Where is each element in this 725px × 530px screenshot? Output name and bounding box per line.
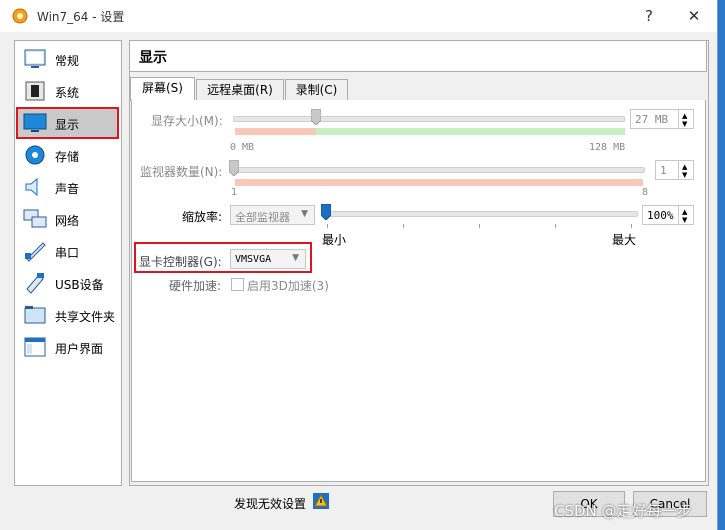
sidebar-item-label: USB设备	[55, 278, 104, 292]
scale-tick	[403, 224, 404, 228]
user-interface-icon	[24, 337, 46, 357]
storage-disk-icon	[25, 145, 45, 165]
scale-factor-slider-handle[interactable]	[321, 204, 331, 220]
scale-monitor-combo-value: 全部监视器	[235, 211, 290, 224]
monitor-count-slider-handle[interactable]	[229, 160, 239, 176]
help-button[interactable]: ?	[633, 4, 665, 28]
sidebar-item-label: 声音	[55, 182, 80, 196]
sidebar-item-audio[interactable]: 声音	[17, 172, 119, 202]
scale-tick	[479, 224, 480, 228]
spin-down-icon[interactable]: ▼	[682, 216, 687, 224]
spinbox-arrows[interactable]: ▲ ▼	[678, 110, 693, 128]
page-title: 显示	[139, 50, 167, 66]
sidebar-item-usb[interactable]: USB设备	[17, 268, 119, 298]
network-icon	[23, 209, 47, 228]
scale-tick	[631, 224, 632, 228]
enable-3d-acceleration-label[interactable]: 启用3D加速(3)	[247, 277, 329, 294]
acceleration-label: 硬件加速:	[169, 279, 222, 293]
scale-factor-value: 100%	[647, 209, 674, 222]
sidebar-item-label: 存储	[55, 150, 80, 164]
sidebar-item-system[interactable]: 系统	[17, 76, 119, 106]
spin-up-icon[interactable]: ▲	[682, 112, 687, 120]
title-bar: Win7_64 - 设置 ? ✕	[0, 0, 717, 32]
sidebar-item-label: 常规	[55, 54, 80, 68]
tab-recording[interactable]: 录制(C)	[285, 79, 348, 101]
chevron-down-icon: ▼	[301, 209, 308, 219]
video-memory-slider-handle[interactable]	[311, 109, 321, 125]
sidebar-item-label: 共享文件夹	[55, 310, 116, 324]
invalid-settings-label: 发现无效设置	[234, 497, 307, 511]
video-memory-warning-zone	[235, 128, 316, 135]
scale-factor-label: 缩放率:	[182, 210, 223, 224]
system-chip-icon	[25, 81, 45, 101]
sidebar-item-label: 串口	[55, 246, 80, 260]
monitor-count-value: 1	[660, 164, 667, 177]
monitor-count-slider[interactable]	[233, 167, 645, 173]
sidebar-item-user-interface[interactable]: 用户界面	[17, 332, 119, 362]
scale-factor-spinbox[interactable]: 100% ▲ ▼	[642, 205, 694, 225]
video-memory-max-label: 128 MB	[589, 142, 626, 153]
monitor-count-min-label: 1	[231, 187, 238, 198]
scale-monitor-combo[interactable]: 全部监视器 ▼	[230, 205, 315, 225]
scale-max-label: 最大	[612, 233, 637, 247]
scale-tick	[327, 224, 328, 228]
virtualbox-app-icon	[12, 8, 28, 24]
scale-tick	[555, 224, 556, 228]
general-icon	[24, 49, 46, 68]
warning-icon[interactable]	[313, 493, 329, 509]
spinbox-arrows[interactable]: ▲ ▼	[678, 161, 693, 179]
speaker-icon	[25, 177, 38, 197]
csdn-watermark: CSDN @走好每一步	[554, 502, 692, 520]
video-memory-slider[interactable]	[233, 116, 625, 122]
usb-icon	[26, 273, 44, 294]
window-title: Win7_64 - 设置	[37, 10, 125, 24]
video-memory-label: 显存大小(M):	[151, 114, 223, 128]
highlight-display-annotation	[16, 107, 119, 139]
enable-3d-acceleration-checkbox[interactable]	[231, 278, 244, 291]
scale-factor-slider[interactable]	[323, 211, 638, 217]
settings-window: Win7_64 - 设置 ? ✕ 常规 系统 显示 存储 声音 网络 串口 US…	[0, 0, 718, 530]
video-memory-value: 27 MB	[635, 113, 669, 126]
sidebar-item-storage[interactable]: 存储	[17, 140, 119, 170]
spin-down-icon[interactable]: ▼	[682, 120, 687, 128]
spin-up-icon[interactable]: ▲	[682, 208, 687, 216]
video-memory-min-label: 0 MB	[230, 142, 255, 153]
page-header: 显示	[129, 40, 707, 72]
serial-port-icon	[25, 242, 46, 262]
sidebar-item-shared-folders[interactable]: 共享文件夹	[17, 300, 119, 330]
monitor-count-spinbox[interactable]: 1 ▲ ▼	[655, 160, 694, 180]
sidebar-item-label: 网络	[55, 214, 80, 228]
video-memory-ok-zone	[316, 128, 625, 135]
tab-remote-display[interactable]: 远程桌面(R)	[196, 79, 284, 101]
sidebar-item-label: 系统	[55, 86, 80, 100]
monitor-count-zone	[235, 179, 643, 186]
sidebar-item-general[interactable]: 常规	[17, 44, 119, 74]
video-memory-spinbox[interactable]: 27 MB ▲ ▼	[630, 109, 694, 129]
highlight-graphics-controller-annotation	[134, 242, 312, 273]
monitor-count-max-label: 8	[642, 187, 649, 198]
spinbox-arrows[interactable]: ▲ ▼	[678, 206, 693, 224]
monitor-count-label: 监视器数量(N):	[140, 165, 223, 179]
folder-icon	[24, 306, 46, 324]
spin-up-icon[interactable]: ▲	[682, 163, 687, 171]
close-button[interactable]: ✕	[678, 4, 710, 28]
spin-down-icon[interactable]: ▼	[682, 171, 687, 179]
sidebar-item-serial-ports[interactable]: 串口	[17, 236, 119, 266]
scale-min-label: 最小	[322, 233, 347, 247]
sidebar-item-network[interactable]: 网络	[17, 204, 119, 234]
sidebar-item-label: 用户界面	[55, 342, 104, 356]
tab-screen[interactable]: 屏幕(S)	[130, 77, 195, 101]
